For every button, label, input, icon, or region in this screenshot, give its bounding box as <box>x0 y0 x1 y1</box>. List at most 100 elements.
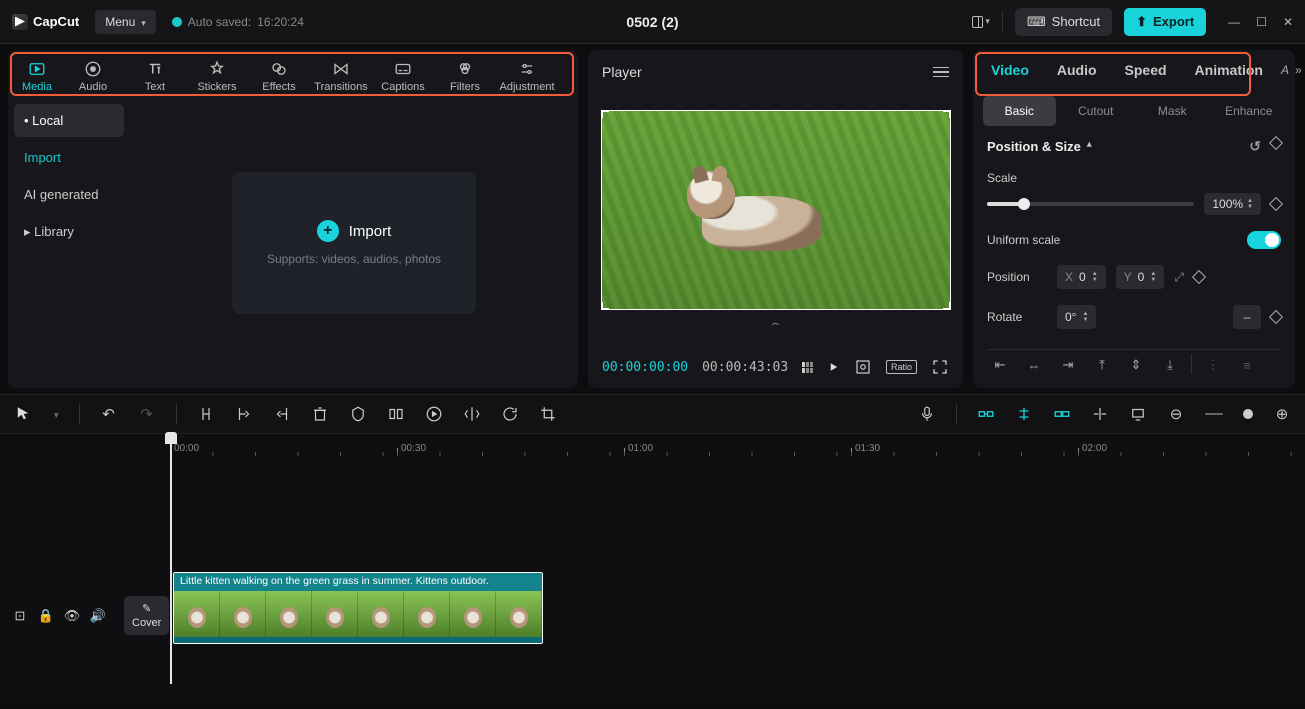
zoom-slider[interactable] <box>1205 413 1223 415</box>
section-position-size[interactable]: Position & Size <box>987 138 1281 155</box>
cat-media[interactable]: Media <box>12 54 62 98</box>
stepper-icon[interactable]: ▲▼ <box>1082 312 1088 323</box>
align-left-icon[interactable]: ⇤ <box>987 354 1013 376</box>
zoom-out-icon[interactable]: ⊖ <box>1167 405 1185 423</box>
subtab-basic[interactable]: Basic <box>983 96 1056 126</box>
tab-overflow[interactable]: A» <box>1281 63 1302 77</box>
keyframe-position-icon[interactable] <box>1192 270 1206 284</box>
keyframe-scale-icon[interactable] <box>1269 197 1283 211</box>
play-button[interactable] <box>827 358 840 376</box>
freeze-icon[interactable] <box>387 405 405 423</box>
tab-audio[interactable]: Audio <box>1047 52 1107 88</box>
mark-icon[interactable] <box>349 405 367 423</box>
zoom-slider-knob[interactable] <box>1243 409 1253 419</box>
selection-tool-icon[interactable] <box>14 405 32 423</box>
auto-snap-icon[interactable] <box>1015 405 1033 423</box>
reset-icon[interactable] <box>1249 138 1261 155</box>
maximize-button[interactable]: ☐ <box>1256 15 1267 29</box>
link-xy-icon[interactable]: ⤢ <box>1174 270 1184 285</box>
scale-value[interactable]: 100% ▲▼ <box>1204 193 1261 215</box>
adjustment-icon <box>518 60 536 78</box>
tracks-area[interactable]: ⊡ 🔒 👁 🔊 ✎ Cover Little kitten walking on… <box>0 456 1305 699</box>
crop-icon[interactable] <box>539 405 557 423</box>
track-collapse-icon[interactable]: ⊡ <box>12 608 28 624</box>
cat-transitions[interactable]: Transitions <box>310 54 372 98</box>
ratio-button[interactable]: Ratio <box>886 360 917 374</box>
clip-audio-strip <box>174 637 542 643</box>
sidebar-item-import[interactable]: Import <box>14 141 124 174</box>
media-content: + Import Supports: videos, audios, photo… <box>130 98 578 388</box>
cat-stickers[interactable]: Stickers <box>186 54 248 98</box>
subtab-mask[interactable]: Mask <box>1136 96 1209 126</box>
subtab-cutout[interactable]: Cutout <box>1060 96 1133 126</box>
video-clip[interactable]: Little kitten walking on the green grass… <box>173 572 543 644</box>
menu-button[interactable]: Menu <box>95 10 156 34</box>
undo-icon[interactable]: ↶ <box>100 405 118 423</box>
align-vcenter-icon[interactable]: ⇕ <box>1123 354 1149 376</box>
sidebar-item-ai[interactable]: AI generated <box>14 178 124 211</box>
cat-filters[interactable]: Filters <box>434 54 496 98</box>
close-button[interactable]: ✕ <box>1283 15 1293 29</box>
minimize-button[interactable]: — <box>1228 15 1240 29</box>
linkage-icon[interactable] <box>1053 405 1071 423</box>
video-preview[interactable] <box>601 110 951 310</box>
delete-icon[interactable] <box>311 405 329 423</box>
align-right-icon[interactable]: ⇥ <box>1055 354 1081 376</box>
keyframe-icon[interactable] <box>1269 136 1283 150</box>
rotate-input[interactable]: 0° ▲▼ <box>1057 305 1096 329</box>
playhead[interactable] <box>170 434 172 684</box>
record-vo-icon[interactable] <box>918 405 936 423</box>
timeline-ruler[interactable]: 00:00 00:30 01:00 01:30 02:00 <box>0 434 1305 456</box>
align-hcenter-icon[interactable]: ⇔ <box>1021 354 1047 376</box>
keyframe-rotate-icon[interactable] <box>1269 310 1283 324</box>
sidebar-item-local[interactable]: • Local <box>14 104 124 137</box>
align-bottom-icon[interactable]: ⤓ <box>1157 354 1183 376</box>
stepper-icon[interactable]: ▲▼ <box>1092 272 1098 283</box>
scale-fit-icon[interactable] <box>854 358 872 376</box>
ruler-label: 00:00 <box>174 443 199 454</box>
tab-animation[interactable]: Animation <box>1185 52 1273 88</box>
sidebar-item-library[interactable]: ▸ Library <box>14 215 124 249</box>
rotate-neg-button[interactable]: – <box>1233 305 1261 329</box>
position-y-input[interactable]: Y 0 ▲▼ <box>1116 265 1165 289</box>
cat-captions[interactable]: Captions <box>372 54 434 98</box>
compare-view-icon[interactable] <box>802 362 813 373</box>
cat-effects[interactable]: Effects <box>248 54 310 98</box>
position-x-input[interactable]: X 0 ▲▼ <box>1057 265 1106 289</box>
subtab-enhance[interactable]: Enhance <box>1213 96 1286 126</box>
selection-chev-icon[interactable] <box>52 407 59 421</box>
tab-video[interactable]: Video <box>981 52 1039 88</box>
cat-audio[interactable]: Audio <box>62 54 124 98</box>
timeline: 00:00 00:30 01:00 01:30 02:00 ⊡ 🔒 👁 🔊 ✎ … <box>0 434 1305 699</box>
cat-text[interactable]: Text <box>124 54 186 98</box>
track-lock-icon[interactable]: 🔒 <box>38 608 54 624</box>
ruler-label: 00:30 <box>401 443 426 454</box>
stepper-icon[interactable]: ▲▼ <box>1247 199 1253 210</box>
main-track-magnet-on-icon[interactable] <box>977 405 995 423</box>
track-mute-icon[interactable]: 🔊 <box>90 608 106 624</box>
drag-handle-icon[interactable]: ⌢ <box>772 316 780 331</box>
preview-marker-icon[interactable] <box>1129 405 1147 423</box>
scale-slider[interactable] <box>987 202 1194 206</box>
layout-button[interactable] <box>972 13 990 31</box>
tab-speed[interactable]: Speed <box>1115 52 1177 88</box>
delete-left-icon[interactable] <box>235 405 253 423</box>
cat-adjustment[interactable]: Adjustment <box>496 54 558 98</box>
track-visibility-icon[interactable]: 👁 <box>64 608 80 624</box>
align-top-icon[interactable]: ⤒ <box>1089 354 1115 376</box>
split-icon[interactable] <box>197 405 215 423</box>
hamburger-icon[interactable] <box>933 67 949 78</box>
fullscreen-icon[interactable] <box>931 358 949 376</box>
rotate-icon[interactable] <box>501 405 519 423</box>
mirror-icon[interactable] <box>463 405 481 423</box>
stepper-icon[interactable]: ▲▼ <box>1150 272 1156 283</box>
zoom-in-icon[interactable]: ⊕ <box>1273 405 1291 423</box>
speed-icon[interactable] <box>425 405 443 423</box>
shortcut-button[interactable]: ⌨ Shortcut <box>1015 8 1112 36</box>
delete-right-icon[interactable] <box>273 405 291 423</box>
import-dropzone[interactable]: + Import Supports: videos, audios, photo… <box>232 172 476 314</box>
preview-axis-icon[interactable] <box>1091 405 1109 423</box>
export-button[interactable]: ⬆ Export <box>1124 8 1206 36</box>
uniform-scale-toggle[interactable] <box>1247 231 1281 249</box>
cover-button[interactable]: ✎ Cover <box>124 596 169 635</box>
